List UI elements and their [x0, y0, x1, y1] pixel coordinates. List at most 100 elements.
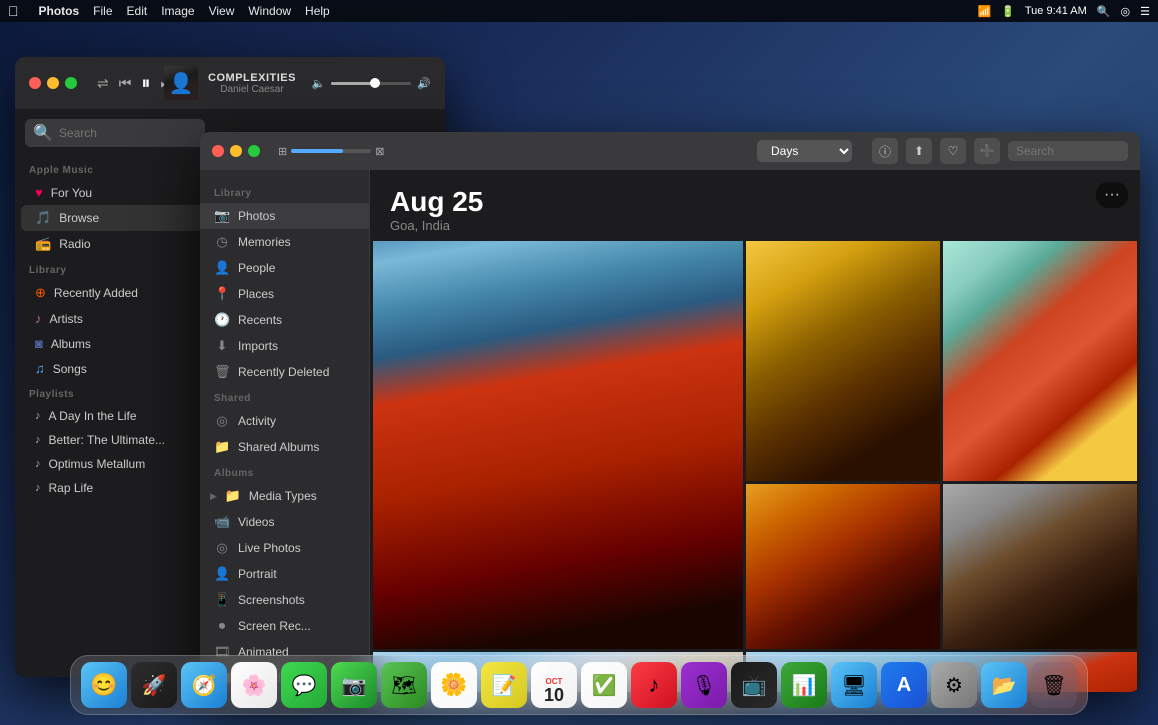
- view-menu[interactable]: View: [209, 4, 235, 18]
- photo-cell-top-right[interactable]: [943, 241, 1137, 481]
- ps-item-screen-rec[interactable]: ⏺ Screen Rec...: [200, 613, 369, 639]
- dock-item-photos[interactable]: 🌼: [431, 662, 477, 708]
- photo-cell-main[interactable]: [373, 241, 743, 649]
- ps-item-places[interactable]: 📍 Places: [200, 281, 369, 307]
- ps-item-imports[interactable]: ⬇ Imports: [200, 333, 369, 359]
- ps-item-media-types[interactable]: ▶ 📁 Media Types: [200, 483, 369, 509]
- photos-search-input[interactable]: [1008, 141, 1128, 161]
- apple-menu[interactable]: : [8, 3, 19, 19]
- dock-item-migration[interactable]: 🖥: [831, 662, 877, 708]
- add-button[interactable]: ➕: [974, 138, 1000, 164]
- dock-item-safari[interactable]: 🧭: [181, 662, 227, 708]
- videos-label: Videos: [238, 515, 274, 529]
- photos-icon-small: ⊞: [278, 145, 287, 158]
- progress-bar[interactable]: [291, 149, 371, 153]
- volume-slider[interactable]: [331, 82, 411, 85]
- prev-button[interactable]: ⏮: [119, 75, 132, 92]
- notes-icon: 📝: [492, 673, 517, 698]
- photo-cell-top-mid[interactable]: [746, 241, 940, 481]
- ps-item-videos[interactable]: 📹 Videos: [200, 509, 369, 535]
- sidebar-item-playlist-4[interactable]: ♪ Rap Life: [21, 476, 209, 500]
- ps-item-screenshots[interactable]: 📱 Screenshots: [200, 587, 369, 613]
- favorite-button[interactable]: ♡: [940, 138, 966, 164]
- ps-item-activity[interactable]: ◎ Activity: [200, 408, 369, 434]
- sidebar-item-albums[interactable]: ◙ Albums: [21, 331, 209, 356]
- dock-item-trash[interactable]: 🗑: [1031, 662, 1077, 708]
- sidebar-item-recently-added[interactable]: ⊕ Recently Added: [21, 280, 209, 306]
- dock-item-tv[interactable]: 📺: [731, 662, 777, 708]
- shuffle-button[interactable]: ⇌: [97, 75, 109, 92]
- ps-item-portrait[interactable]: 👤 Portrait: [200, 561, 369, 587]
- photos-close-button[interactable]: [212, 145, 224, 157]
- sidebar-item-songs[interactable]: ♫ Songs: [21, 356, 209, 381]
- activity-label: Activity: [238, 414, 276, 428]
- ps-item-shared-albums[interactable]: 📁 Shared Albums: [200, 434, 369, 460]
- places-icon: 📍: [214, 286, 230, 302]
- search-icon[interactable]: 🔍: [1097, 5, 1111, 18]
- systemprefs-icon: ⚙: [945, 673, 963, 698]
- dock-item-launchpad[interactable]: 🚀: [131, 662, 177, 708]
- playlist-icon-3: ♪: [35, 458, 41, 470]
- siri-icon[interactable]: ◎: [1121, 5, 1131, 18]
- portrait-label: Portrait: [238, 567, 277, 581]
- dock-item-facetime[interactable]: 📷: [331, 662, 377, 708]
- days-dropdown[interactable]: Days Months Years All Photos: [757, 140, 852, 162]
- podcasts-icon: 🎙: [691, 673, 716, 698]
- dock-item-systemprefs[interactable]: ⚙: [931, 662, 977, 708]
- media-types-icon: 📁: [225, 488, 241, 504]
- dock-item-appstore[interactable]: A: [881, 662, 927, 708]
- wifi-icon[interactable]: 📶: [977, 5, 991, 18]
- maximize-button[interactable]: [65, 77, 77, 89]
- edit-menu[interactable]: Edit: [127, 4, 148, 18]
- dock-item-finder[interactable]: 😊: [81, 662, 127, 708]
- more-options-button[interactable]: ···: [1096, 182, 1128, 208]
- window-menu[interactable]: Window: [248, 4, 291, 18]
- play-pause-button[interactable]: ⏸: [141, 73, 150, 94]
- image-menu[interactable]: Image: [161, 4, 194, 18]
- help-menu[interactable]: Help: [305, 4, 330, 18]
- dock-item-music[interactable]: ♪: [631, 662, 677, 708]
- photo-cell-mid-left[interactable]: [746, 484, 940, 649]
- dock-item-calendar[interactable]: OCT 10: [531, 662, 577, 708]
- ps-item-memories[interactable]: ◷ Memories: [200, 229, 369, 255]
- dock-item-folder[interactable]: 📂: [981, 662, 1027, 708]
- track-artist: Daniel Caesar: [208, 84, 296, 95]
- dock-item-maps[interactable]: 🗺: [381, 662, 427, 708]
- sidebar-item-playlist-2[interactable]: ♪ Better: The Ultimate...: [21, 428, 209, 452]
- dock-item-photos-library[interactable]: 🌸: [231, 662, 277, 708]
- ps-item-live-photos[interactable]: ◎ Live Photos: [200, 535, 369, 561]
- imports-label: Imports: [238, 339, 278, 353]
- search-input[interactable]: [59, 126, 197, 140]
- sidebar-item-playlist-3[interactable]: ♪ Optimus Metallum: [21, 452, 209, 476]
- app-name-menu[interactable]: Photos: [39, 4, 80, 18]
- sidebar-item-playlist-1[interactable]: ♪ A Day In the Life: [21, 404, 209, 428]
- ps-item-photos[interactable]: 📷 Photos: [200, 203, 369, 229]
- photos-toolbar-right: ⓘ ⬆ ♡ ➕: [872, 138, 1128, 164]
- file-menu[interactable]: File: [93, 4, 112, 18]
- dock-item-podcasts[interactable]: 🎙: [681, 662, 727, 708]
- ps-item-people[interactable]: 👤 People: [200, 255, 369, 281]
- photos-traffic-lights: [212, 145, 260, 157]
- sidebar-item-browse[interactable]: 🎵 Browse: [21, 205, 209, 231]
- dock-item-notes[interactable]: 📝: [481, 662, 527, 708]
- battery-icon[interactable]: 🔋: [1001, 5, 1015, 18]
- info-button[interactable]: ⓘ: [872, 138, 898, 164]
- playlist-icon: ♪: [35, 410, 41, 422]
- music-icon: ♪: [649, 672, 660, 698]
- sidebar-item-artists[interactable]: ♪ Artists: [21, 306, 209, 331]
- sidebar-item-radio[interactable]: 📻 Radio: [21, 231, 209, 257]
- close-button[interactable]: [29, 77, 41, 89]
- ps-item-recently-deleted[interactable]: 🗑 Recently Deleted: [200, 359, 369, 385]
- photos-maximize-button[interactable]: [248, 145, 260, 157]
- dock-item-numbers[interactable]: 📊: [781, 662, 827, 708]
- photos-minimize-button[interactable]: [230, 145, 242, 157]
- dock-item-messages[interactable]: 💬: [281, 662, 327, 708]
- control-center-icon[interactable]: ☰: [1140, 5, 1150, 18]
- minimize-button[interactable]: [47, 77, 59, 89]
- search-box[interactable]: 🔍: [25, 119, 205, 147]
- photo-cell-mid-center[interactable]: [943, 484, 1137, 649]
- share-button[interactable]: ⬆: [906, 138, 932, 164]
- ps-item-recents[interactable]: 🕐 Recents: [200, 307, 369, 333]
- sidebar-item-for-you[interactable]: ♥ For You: [21, 180, 209, 205]
- dock-item-reminders[interactable]: ✅: [581, 662, 627, 708]
